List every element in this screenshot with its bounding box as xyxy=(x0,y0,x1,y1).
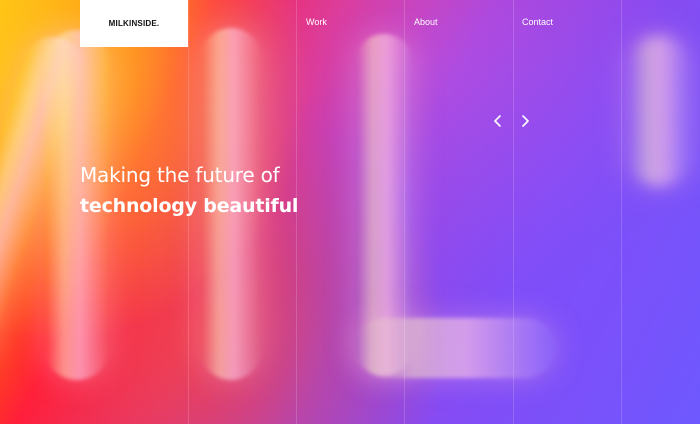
grid-line xyxy=(513,0,514,424)
grid-line xyxy=(404,0,405,424)
logo-text: MILKINSIDE. xyxy=(108,19,160,28)
carousel-prev-button[interactable] xyxy=(489,112,507,130)
nav-about-link[interactable]: About xyxy=(414,17,438,27)
letter-apostrophe xyxy=(628,36,690,186)
carousel-next-button[interactable] xyxy=(516,112,534,130)
logo[interactable]: MILKINSIDE. xyxy=(80,0,188,47)
hero-headline: Making the future of technology beautifu… xyxy=(80,160,298,222)
hero-line-1: Making the future of xyxy=(80,163,280,187)
grid-line xyxy=(621,0,622,424)
chevron-right-icon xyxy=(522,115,529,127)
chevron-left-icon xyxy=(494,115,501,127)
nav-contact-link[interactable]: Contact xyxy=(522,17,553,27)
letter-l-foot xyxy=(355,318,555,378)
nav-work-link[interactable]: Work xyxy=(306,17,327,27)
hero-line-2: technology beautiful xyxy=(80,195,299,217)
